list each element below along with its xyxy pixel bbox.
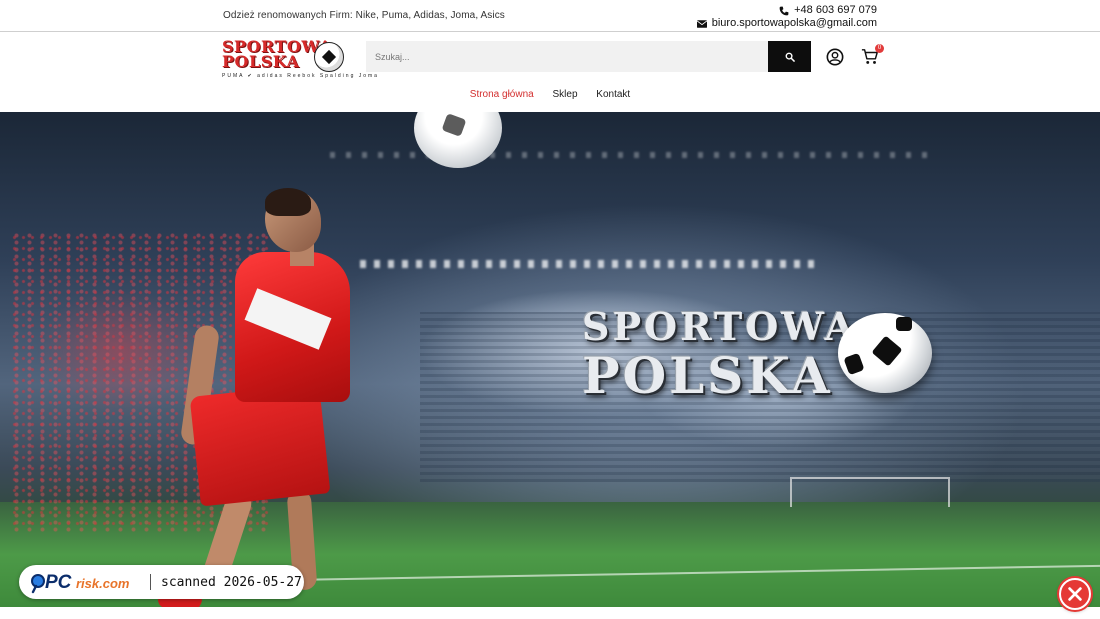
soccer-ball-image — [414, 112, 502, 168]
hero-logo-line-2: POLSKA — [582, 346, 833, 405]
close-icon — [1068, 587, 1082, 601]
pcrisk-logo: PC risk.com — [31, 572, 130, 594]
svg-text:risk.com: risk.com — [76, 576, 130, 591]
cart-count-badge: 0 — [875, 44, 884, 53]
nav-item-shop[interactable]: Sklep — [553, 89, 578, 100]
envelope-icon — [696, 19, 707, 28]
email-address: biuro.sportowapolska@gmail.com — [711, 17, 877, 29]
logo-brands: PUMA ✔ adidas Reebok Spalding Joma — [222, 73, 379, 79]
email-line[interactable]: biuro.sportowapolska@gmail.com — [696, 17, 877, 30]
top-bar: Odzież renomowanych Firm: Nike, Puma, Ad… — [0, 0, 1100, 32]
stadium-lights — [360, 260, 820, 268]
site-logo[interactable]: SPORTOWA POLSKA PUMA ✔ adidas Reebok Spa… — [222, 39, 377, 85]
search-input[interactable] — [366, 41, 768, 72]
svg-text:PC: PC — [45, 572, 72, 593]
nav-item-contact[interactable]: Kontakt — [596, 89, 630, 100]
site-header: SPORTOWA POLSKA PUMA ✔ adidas Reebok Spa… — [0, 33, 1100, 112]
phone-icon — [779, 6, 789, 15]
contact-info: +48 603 697 079 biuro.sportowapolska@gma… — [696, 4, 877, 30]
tagline: Odzież renomowanych Firm: Nike, Puma, Ad… — [223, 10, 505, 21]
cart-button[interactable]: 0 — [861, 44, 884, 66]
nav-item-home[interactable]: Strona główna — [470, 89, 534, 100]
hero-banner: SPORTOWA POLSKA — [0, 112, 1100, 607]
close-popup-button[interactable] — [1059, 578, 1091, 610]
player-image — [140, 188, 370, 607]
phone-line[interactable]: +48 603 697 079 — [697, 4, 877, 17]
soccer-ball-icon — [314, 42, 344, 72]
hero-logo-line-1: SPORTOWA — [582, 304, 858, 349]
watermark-separator — [150, 574, 151, 590]
search-icon — [785, 52, 795, 62]
hero-logo: SPORTOWA POLSKA — [580, 305, 980, 415]
phone-number: +48 603 697 079 — [794, 4, 877, 16]
soccer-ball-icon — [838, 313, 932, 393]
goal — [790, 477, 950, 507]
player-hair — [265, 188, 311, 216]
scan-watermark: PC risk.com scanned 2026-05-27 — [19, 565, 304, 599]
search-button[interactable] — [768, 41, 811, 72]
user-circle-icon[interactable] — [826, 48, 844, 66]
search-bar — [366, 41, 811, 72]
stadium-lights-upper — [330, 152, 930, 158]
main-nav: Strona główna Sklep Kontakt — [0, 89, 1100, 100]
scan-date: scanned 2026-05-27 — [161, 574, 302, 590]
page-below-hero — [0, 607, 1100, 619]
